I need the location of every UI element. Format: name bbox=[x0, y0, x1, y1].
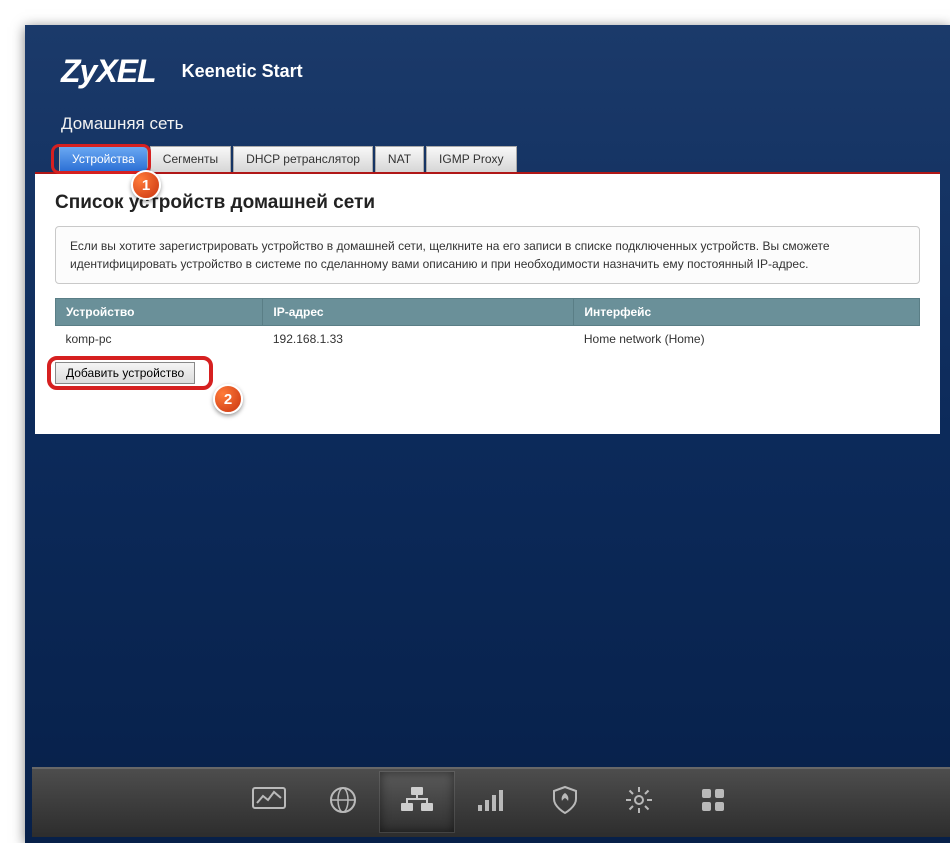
info-box: Если вы хотите зарегистрировать устройст… bbox=[55, 226, 920, 284]
globe-icon bbox=[328, 785, 358, 820]
nav-internet[interactable] bbox=[306, 772, 380, 832]
add-button-wrap: Добавить устройство 2 bbox=[55, 362, 920, 384]
tab-segments[interactable]: Сегменты bbox=[150, 146, 231, 172]
apps-icon bbox=[700, 787, 726, 818]
brand-logo: ZyXEL bbox=[61, 53, 156, 90]
tab-strip: Устройства Сегменты DHCP ретранслятор NA… bbox=[35, 146, 940, 174]
nav-home-network[interactable] bbox=[380, 772, 454, 832]
gear-icon bbox=[624, 785, 654, 820]
annotation-callout-1: 1 bbox=[131, 170, 161, 200]
product-name: Keenetic Start bbox=[182, 61, 303, 82]
nav-security[interactable] bbox=[528, 772, 602, 832]
tab-nat[interactable]: NAT bbox=[375, 146, 424, 172]
signal-icon bbox=[476, 787, 506, 818]
cell-interface: Home network (Home) bbox=[574, 326, 920, 353]
router-admin-window: ZyXEL Keenetic Start Домашняя сеть Устро… bbox=[25, 25, 950, 843]
col-header-device: Устройство bbox=[56, 299, 263, 326]
nav-monitor[interactable] bbox=[232, 772, 306, 832]
annotation-callout-2: 2 bbox=[213, 384, 243, 414]
nav-wifi[interactable] bbox=[454, 772, 528, 832]
tab-igmp-proxy[interactable]: IGMP Proxy bbox=[426, 146, 516, 172]
nav-apps[interactable] bbox=[676, 772, 750, 832]
panel-title: Список устройств домашней сети bbox=[55, 192, 920, 214]
table-header-row: Устройство IP-адрес Интерфейс bbox=[56, 299, 920, 326]
cell-ip: 192.168.1.33 bbox=[263, 326, 574, 353]
content-panel: Список устройств домашней сети Если вы х… bbox=[35, 174, 940, 434]
tabs-container: Устройства Сегменты DHCP ретранслятор NA… bbox=[25, 146, 950, 174]
section-title: Домашняя сеть bbox=[25, 98, 950, 146]
network-icon bbox=[399, 786, 435, 819]
tab-dhcp-relay[interactable]: DHCP ретранслятор bbox=[233, 146, 373, 172]
shield-icon bbox=[551, 785, 579, 820]
col-header-interface: Интерфейс bbox=[574, 299, 920, 326]
nav-settings[interactable] bbox=[602, 772, 676, 832]
header: ZyXEL Keenetic Start bbox=[25, 25, 950, 98]
add-device-button[interactable]: Добавить устройство bbox=[55, 362, 195, 384]
col-header-ip: IP-адрес bbox=[263, 299, 574, 326]
cell-device: komp-pc bbox=[56, 326, 263, 353]
monitor-icon bbox=[252, 787, 286, 818]
bottom-nav bbox=[32, 767, 950, 837]
tab-devices[interactable]: Устройства bbox=[59, 146, 148, 172]
devices-table: Устройство IP-адрес Интерфейс komp-pc 19… bbox=[55, 298, 920, 352]
table-row[interactable]: komp-pc 192.168.1.33 Home network (Home) bbox=[56, 326, 920, 353]
